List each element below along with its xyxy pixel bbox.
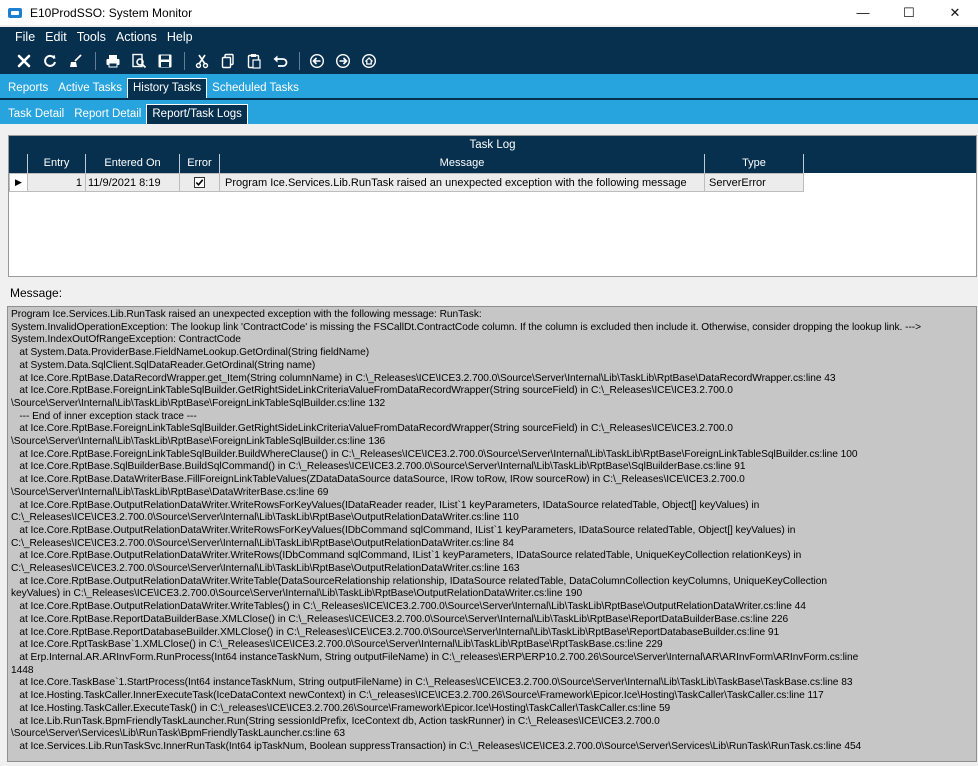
- toolbar-separator: [299, 51, 300, 70]
- tab-report-task-logs[interactable]: Report/Task Logs: [146, 104, 248, 124]
- column-header-entered-on[interactable]: Entered On: [86, 154, 180, 173]
- maximize-button[interactable]: ☐: [886, 0, 932, 25]
- print-preview-icon[interactable]: [127, 50, 151, 72]
- clear-icon[interactable]: [12, 50, 36, 72]
- save-icon[interactable]: [153, 50, 177, 72]
- menu-help[interactable]: Help: [162, 30, 198, 44]
- cell-error[interactable]: [180, 173, 220, 192]
- secondary-tab-bar: Task Detail Report Detail Report/Task Lo…: [0, 98, 978, 124]
- toolbar-separator: [95, 51, 96, 70]
- menu-tools[interactable]: Tools: [72, 30, 111, 44]
- column-header-error[interactable]: Error: [180, 154, 220, 173]
- forward-icon[interactable]: [331, 50, 355, 72]
- task-log-panel: Task Log Entry Entered On Error Message …: [8, 135, 977, 277]
- cut-icon[interactable]: [190, 50, 214, 72]
- task-log-title: Task Log: [9, 136, 976, 154]
- menu-edit[interactable]: Edit: [40, 30, 72, 44]
- back-icon[interactable]: [305, 50, 329, 72]
- cell-type: ServerError: [705, 173, 804, 192]
- toolbar-separator: [184, 51, 185, 70]
- cell-message: Program Ice.Services.Lib.RunTask raised …: [220, 173, 705, 192]
- primary-tab-bar: Reports Active Tasks History Tasks Sched…: [0, 74, 978, 98]
- column-header-type[interactable]: Type: [705, 154, 804, 173]
- tab-scheduled-tasks[interactable]: Scheduled Tasks: [207, 82, 304, 98]
- app-icon: [8, 7, 22, 18]
- menu-bar: File Edit Tools Actions Help: [0, 27, 978, 47]
- window-title: E10ProdSSO: System Monitor: [30, 5, 193, 20]
- title-bar: E10ProdSSO: System Monitor — ☐ ✕: [0, 0, 978, 25]
- column-header-entry[interactable]: Entry: [28, 154, 86, 173]
- tab-task-detail[interactable]: Task Detail: [3, 108, 69, 124]
- close-button[interactable]: ✕: [932, 0, 978, 25]
- message-label: Message:: [10, 286, 63, 300]
- menu-file[interactable]: File: [10, 30, 40, 44]
- task-log-header: Entry Entered On Error Message Type: [9, 154, 976, 173]
- column-header-message[interactable]: Message: [220, 154, 705, 173]
- print-icon[interactable]: [101, 50, 125, 72]
- sweep-icon[interactable]: [64, 50, 88, 72]
- table-row[interactable]: ▶ 1 11/9/2021 8:19 Program Ice.Services.…: [9, 173, 976, 192]
- cell-entered-on: 11/9/2021 8:19: [86, 173, 180, 192]
- tab-active-tasks[interactable]: Active Tasks: [53, 82, 127, 98]
- row-selector-header: [9, 154, 28, 173]
- refresh-icon[interactable]: [38, 50, 62, 72]
- minimize-button[interactable]: —: [840, 0, 886, 25]
- tab-report-detail[interactable]: Report Detail: [69, 108, 146, 124]
- undo-icon[interactable]: [268, 50, 292, 72]
- tab-reports[interactable]: Reports: [3, 82, 53, 98]
- copy-icon[interactable]: [216, 50, 240, 72]
- row-selector-icon[interactable]: ▶: [9, 173, 28, 192]
- cell-entry: 1: [28, 173, 86, 192]
- home-icon[interactable]: [357, 50, 381, 72]
- error-checkbox-icon[interactable]: [194, 177, 205, 188]
- toolbar: [0, 47, 978, 74]
- paste-icon[interactable]: [242, 50, 266, 72]
- message-text: Program Ice.Services.Lib.RunTask raised …: [11, 309, 922, 752]
- tab-history-tasks[interactable]: History Tasks: [126, 78, 208, 98]
- message-textbox[interactable]: Program Ice.Services.Lib.RunTask raised …: [7, 306, 977, 762]
- menu-actions[interactable]: Actions: [111, 30, 162, 44]
